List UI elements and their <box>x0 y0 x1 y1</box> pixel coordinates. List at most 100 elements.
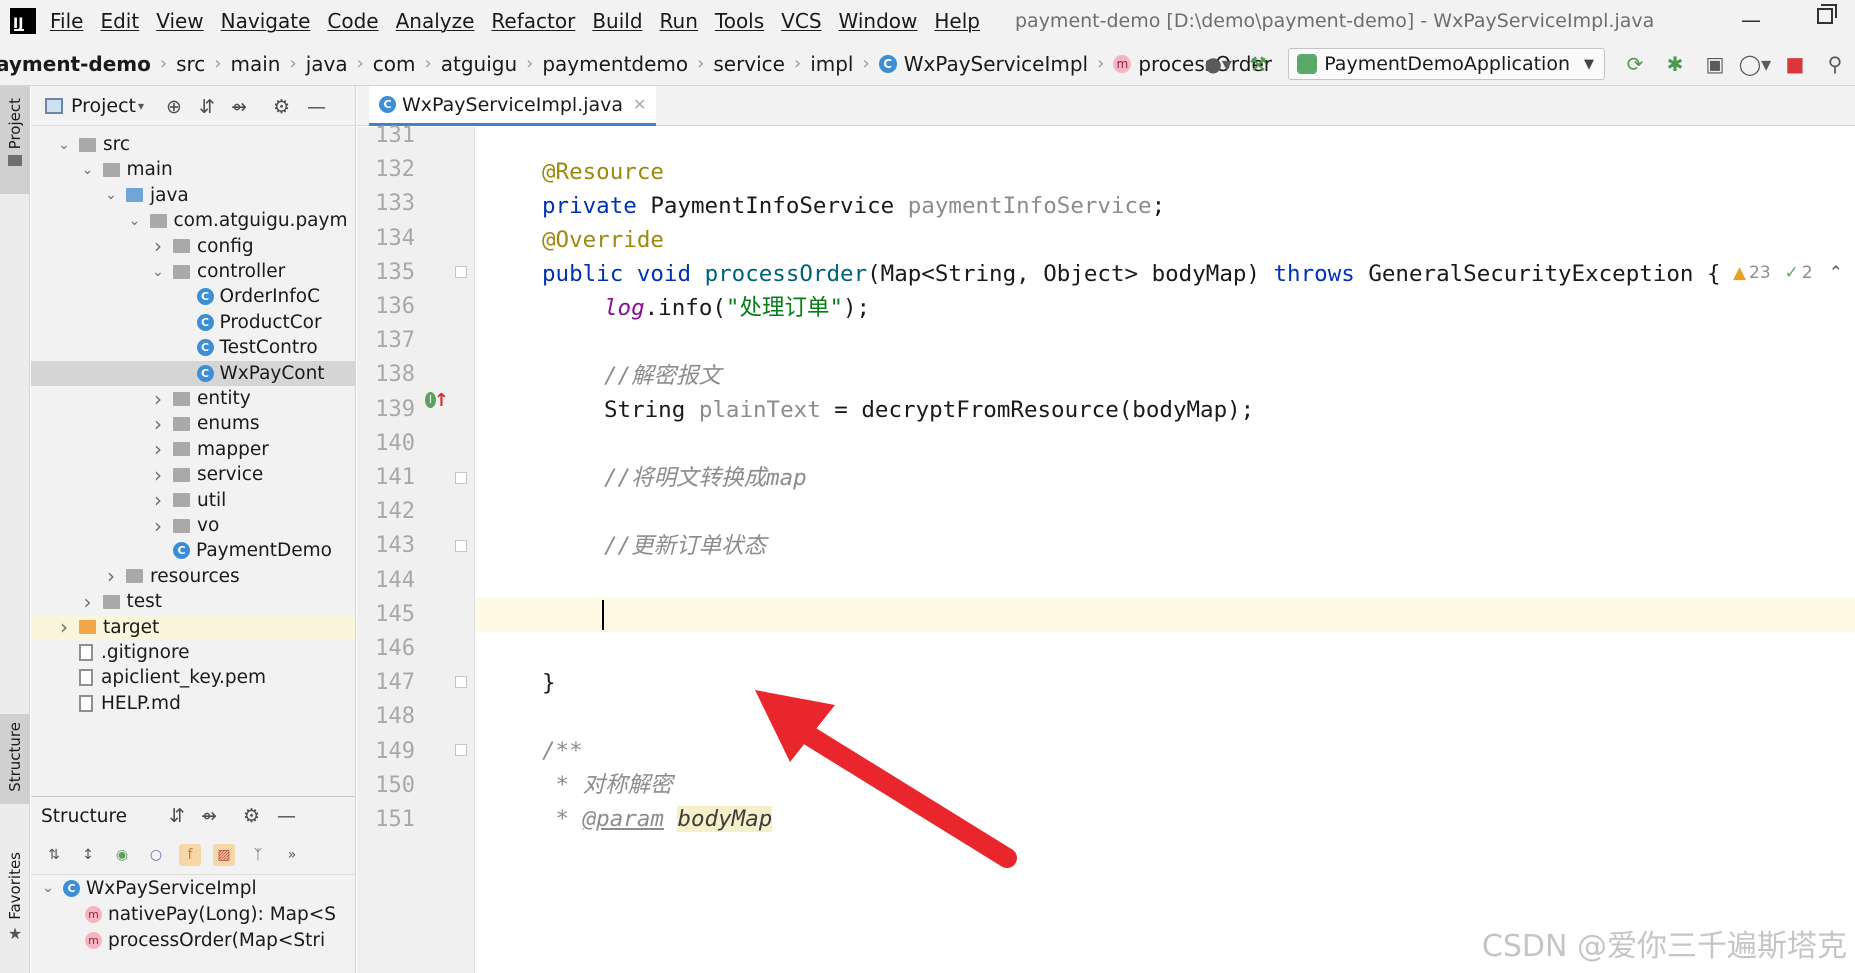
breadcrumb-service[interactable]: service <box>713 52 785 76</box>
tree-item-service[interactable]: › service <box>31 462 355 487</box>
tree-item-orderinfoc[interactable]: C OrderInfoC <box>31 284 355 309</box>
editor-gutter[interactable]: I ↑ 131 132 133 134 135 136 137 138 139 140 141 142 1… <box>357 123 475 973</box>
dropdown-icon[interactable]: ▾ <box>138 99 144 113</box>
debug-icon[interactable]: ✱ <box>1662 51 1688 77</box>
menu-run[interactable]: Run <box>660 9 698 33</box>
chevron-right-icon[interactable]: › <box>57 615 71 639</box>
code-editor[interactable]: @Resource private PaymentInfoService pay… <box>476 127 1855 973</box>
menu-build[interactable]: Build <box>592 9 642 33</box>
close-icon[interactable]: ✕ <box>633 95 646 114</box>
breadcrumb-impl[interactable]: impl <box>810 52 853 76</box>
tree-item-help-md[interactable]: HELP.md <box>31 691 355 716</box>
fold-marker-icon[interactable] <box>455 676 467 688</box>
structure-member-row[interactable]: m processOrder(Map<Stri <box>31 927 355 953</box>
chevron-up-icon[interactable]: ⌃ <box>1829 263 1843 283</box>
code-line-145-current[interactable] <box>476 598 1855 632</box>
menu-refactor[interactable]: Refactor <box>491 9 575 33</box>
coverage-icon[interactable]: ▣ <box>1702 51 1728 77</box>
tree-item-util[interactable]: › util <box>31 488 355 513</box>
fold-marker-icon[interactable] <box>455 540 467 552</box>
breadcrumb-com[interactable]: com <box>373 52 416 76</box>
breadcrumb-src[interactable]: src <box>176 52 205 76</box>
chevron-right-icon[interactable]: › <box>81 590 95 614</box>
show-non-public-icon[interactable]: ▨ <box>213 843 235 866</box>
chevron-right-icon[interactable]: › <box>151 412 165 436</box>
chevron-down-icon[interactable]: ⌄ <box>57 137 71 153</box>
implements-method-icon[interactable]: I ↑ <box>425 389 449 411</box>
show-properties-icon[interactable]: ○ <box>145 844 167 866</box>
more-icon[interactable]: » <box>281 844 303 866</box>
inspection-widget[interactable]: ▲ 23 ✓ 2 ⌃ <box>1733 263 1843 283</box>
menu-code[interactable]: Code <box>327 9 378 33</box>
tree-item-productcor[interactable]: C ProductCor <box>31 310 355 335</box>
show-lambdas-icon[interactable]: ᛉ <box>247 844 269 866</box>
tree-item-mapper[interactable]: › mapper <box>31 437 355 462</box>
project-panel-title[interactable]: Project <box>71 95 136 117</box>
rerun-icon[interactable]: ⟳ <box>1622 51 1648 77</box>
gear-icon[interactable]: ⚙ <box>243 805 260 827</box>
tree-item-resources[interactable]: › resources <box>31 564 355 589</box>
tree-item-test[interactable]: › test <box>31 589 355 614</box>
tree-item-apiclient-key-pem[interactable]: apiclient_key.pem <box>31 665 355 690</box>
tree-item-enums[interactable]: › enums <box>31 411 355 436</box>
chevron-right-icon[interactable]: › <box>151 437 165 461</box>
menu-vcs[interactable]: VCS <box>781 9 821 33</box>
menu-navigate[interactable]: Navigate <box>221 9 311 33</box>
locate-icon[interactable]: ⊕ <box>166 96 182 118</box>
sort-by-visibility-icon[interactable]: ⇅ <box>43 844 65 866</box>
menu-file[interactable]: File <box>50 9 83 33</box>
tree-item-main[interactable]: ⌄ main <box>31 157 355 182</box>
tree-item-src[interactable]: ⌄ src <box>31 132 355 157</box>
tree-item-gitignore[interactable]: .gitignore <box>31 640 355 665</box>
run-configuration-select[interactable]: PaymentDemoApplication ▼ <box>1288 48 1605 80</box>
hide-icon[interactable]: — <box>307 96 326 118</box>
tree-item-target[interactable]: › target <box>31 614 355 640</box>
show-fields-icon[interactable]: f <box>179 843 201 866</box>
search-icon[interactable]: ⚲ <box>1822 51 1848 77</box>
tree-item-java[interactable]: ⌄ java <box>31 183 355 208</box>
fold-marker-icon[interactable] <box>455 266 467 278</box>
tree-item-vo[interactable]: › vo <box>31 513 355 538</box>
breadcrumb-project[interactable]: ayment-demo <box>0 52 151 76</box>
show-inherited-icon[interactable]: ◉ <box>111 844 133 866</box>
menu-tools[interactable]: Tools <box>715 9 764 33</box>
menu-window[interactable]: Window <box>839 9 918 33</box>
hide-icon[interactable]: — <box>277 805 296 827</box>
menu-edit[interactable]: Edit <box>100 9 139 33</box>
tree-item-paymentdemo[interactable]: C PaymentDemo <box>31 538 355 563</box>
menu-analyze[interactable]: Analyze <box>396 9 475 33</box>
chevron-down-icon[interactable]: ⌄ <box>104 187 118 203</box>
chevron-right-icon[interactable]: › <box>104 564 118 588</box>
gear-icon[interactable]: ⚙ <box>273 96 290 118</box>
breadcrumb-java[interactable]: java <box>306 52 348 76</box>
stripe-tab-favorites[interactable]: Favorites ★ <box>0 852 30 967</box>
chevron-down-icon[interactable]: ⌄ <box>151 264 165 280</box>
profiler-icon[interactable]: ◯▾ <box>1739 51 1771 77</box>
collapse-all-icon[interactable]: ⇴ <box>201 805 217 827</box>
structure-member-row[interactable]: m nativePay(Long): Map<S <box>31 901 355 927</box>
tree-item-com-atguigu-paym[interactable]: ⌄ com.atguigu.paym <box>31 208 355 233</box>
fold-marker-icon[interactable] <box>455 472 467 484</box>
chevron-right-icon[interactable]: › <box>151 463 165 487</box>
sort-alphabetically-icon[interactable]: ↕ <box>77 844 99 866</box>
tree-item-controller[interactable]: ⌄ controller <box>31 259 355 284</box>
chevron-right-icon[interactable]: › <box>151 514 165 538</box>
build-hammer-icon[interactable]: ⚒ <box>1245 51 1271 77</box>
stripe-tab-structure[interactable]: Structure <box>0 714 30 804</box>
structure-class-row[interactable]: ⌄ C WxPayServiceImpl <box>31 875 355 901</box>
chevron-right-icon[interactable]: › <box>151 387 165 411</box>
chevron-down-icon[interactable]: ⌄ <box>128 213 142 229</box>
stripe-tab-project[interactable]: Project <box>0 86 30 194</box>
breadcrumb-paymentdemo[interactable]: paymentdemo <box>542 52 688 76</box>
tree-item-wxpaycont[interactable]: C WxPayCont <box>31 360 355 386</box>
breadcrumb-class[interactable]: C WxPayServiceImpl <box>878 52 1088 76</box>
tree-item-entity[interactable]: › entity <box>31 386 355 411</box>
tree-item-config[interactable]: › config <box>31 234 355 259</box>
menu-view[interactable]: View <box>156 9 203 33</box>
menu-help[interactable]: Help <box>934 9 980 33</box>
expand-all-icon[interactable]: ⇵ <box>199 96 215 118</box>
tree-item-testcontro[interactable]: C TestContro <box>31 335 355 360</box>
chevron-right-icon[interactable]: › <box>151 488 165 512</box>
breadcrumb-main[interactable]: main <box>231 52 281 76</box>
collapse-all-icon[interactable]: ⇴ <box>231 96 247 118</box>
